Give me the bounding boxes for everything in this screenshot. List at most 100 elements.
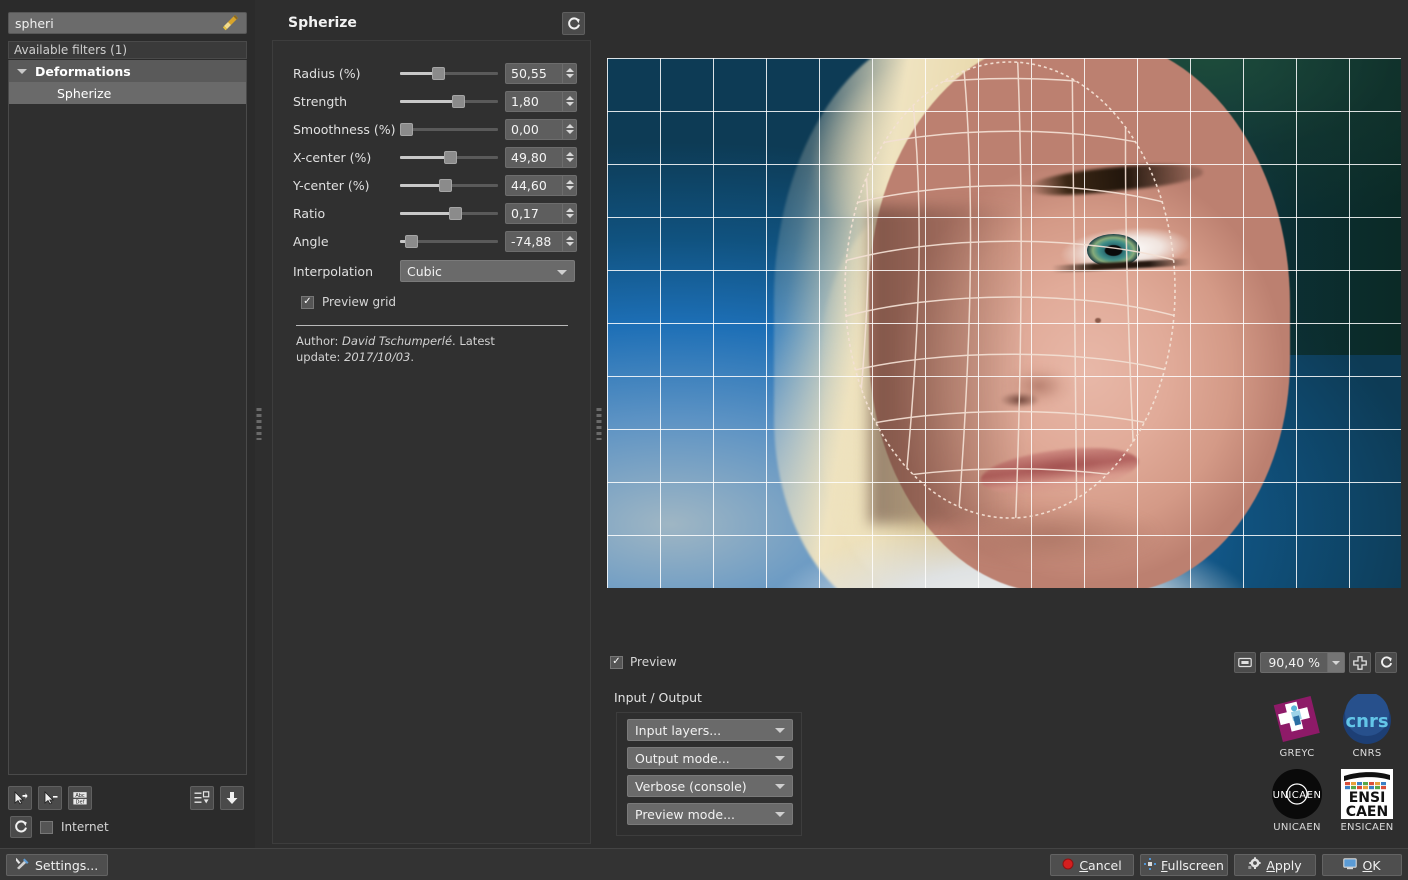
y-center-spinbox[interactable]: 44,60 [505,175,577,196]
interpolation-combo[interactable]: Cubic [400,260,575,282]
ratio-slider[interactable] [400,203,498,223]
splitter-grip [597,408,602,440]
x-center-slider[interactable] [400,147,498,167]
separator [296,325,568,326]
cnrs-logo-cell[interactable]: cnrs CNRS [1332,694,1402,768]
input-output-box: Input layers... Output mode... Verbose (… [616,712,802,836]
tree-category-deformations[interactable]: Deformations [9,60,246,82]
spin-buttons[interactable] [562,147,577,168]
ok-label: OK [1362,858,1380,873]
slider-handle[interactable] [405,235,418,248]
slider-handle[interactable] [444,151,457,164]
greyc-logo [1270,694,1324,746]
search-input[interactable] [9,16,221,31]
ratio-spinbox[interactable]: 0,17 [505,203,577,224]
param-value[interactable]: 49,80 [505,147,562,168]
smoothness-slider[interactable] [400,119,498,139]
spin-buttons[interactable] [562,231,577,252]
param-value[interactable]: -74,88 [505,231,562,252]
verbosity-combo[interactable]: Verbose (console) [627,775,793,797]
x-center-spinbox[interactable]: 49,80 [505,147,577,168]
cancel-button[interactable]: Cancel [1050,854,1134,876]
chevron-down-icon[interactable] [1327,653,1344,672]
angle-slider[interactable] [400,231,498,251]
reset-preview-icon[interactable] [1375,652,1397,673]
input-layers-combo[interactable]: Input layers... [627,719,793,741]
param-value[interactable]: 50,55 [505,63,562,84]
refresh-icon[interactable] [10,816,32,838]
preview-grid-checkbox[interactable]: ✓ [301,296,314,309]
add-fave-icon[interactable] [8,786,32,810]
param-value[interactable]: 0,17 [505,203,562,224]
ensicaen-logo: ENSI CAEN [1339,768,1395,820]
fullscreen-button[interactable]: Fullscreen [1140,854,1228,876]
radius-slider[interactable] [400,63,498,83]
input-output-title: Input / Output [614,690,702,705]
spin-buttons[interactable] [562,91,577,112]
broom-icon[interactable] [221,13,243,33]
preview-grid-row[interactable]: ✓ Preview grid [301,289,578,315]
zoom-controls: 90,40 % [1234,652,1397,673]
zoom-value[interactable]: 90,40 % [1261,655,1327,670]
unicaen-logo-cell[interactable]: UNICAEN UNICAEN [1262,768,1332,842]
slider-handle[interactable] [439,179,452,192]
splitter-left[interactable] [255,0,263,848]
preview-toggle[interactable]: ✓ Preview [610,655,677,669]
slider-handle[interactable] [452,95,465,108]
download-icon[interactable] [220,786,244,810]
strength-spinbox[interactable]: 1,80 [505,91,577,112]
param-row-interpolation: Interpolation Cubic [293,255,578,287]
spin-buttons[interactable] [562,203,577,224]
param-value[interactable]: 1,80 [505,91,562,112]
radius-spinbox[interactable]: 50,55 [505,63,577,84]
apply-icon [1248,857,1261,873]
logo-caption: GREYC [1279,748,1314,759]
chevron-down-icon[interactable] [15,64,29,78]
greyc-logo-cell[interactable]: GREYC [1262,694,1332,768]
remove-fave-icon[interactable] [38,786,62,810]
expand-collapse-icon[interactable] [190,786,214,810]
spin-buttons[interactable] [562,63,577,84]
tree-item-spherize[interactable]: Spherize [9,82,246,104]
preview-mode-value: Preview mode... [635,807,735,822]
slider-handle[interactable] [432,67,445,80]
preview-image[interactable] [607,58,1401,588]
center-crosshair-icon[interactable] [1349,652,1371,673]
preview-checkbox[interactable]: ✓ [610,656,623,669]
slider-handle[interactable] [400,123,413,136]
tools-icon [16,857,30,873]
param-row-smoothness: Smoothness (%) 0,00 [293,115,578,143]
preview-canvas[interactable] [605,0,1405,645]
param-value[interactable]: 44,60 [505,175,562,196]
smoothness-spinbox[interactable]: 0,00 [505,119,577,140]
spin-buttons[interactable] [562,119,577,140]
preview-controls: ✓ Preview 90,40 % [605,650,1405,678]
y-center-slider[interactable] [400,175,498,195]
rename-fave-icon[interactable]: Abc Def [68,786,92,810]
strength-slider[interactable] [400,91,498,111]
fit-to-window-icon[interactable] [1234,652,1256,673]
splitter-right[interactable] [595,0,603,848]
ensicaen-logo-cell[interactable]: ENSI CAEN ENSICAEN [1332,768,1402,842]
slider-handle[interactable] [449,207,462,220]
spin-buttons[interactable] [562,175,577,196]
filters-toolbar: Abc Def [8,786,247,812]
filter-search-field[interactable] [8,12,247,34]
param-row-ratio: Ratio 0,17 [293,199,578,227]
angle-spinbox[interactable]: -74,88 [505,231,577,252]
settings-button[interactable]: Settings... [6,854,108,876]
param-row-radius: Radius (%) 50,55 [293,59,578,87]
reset-parameters-icon[interactable] [562,12,585,35]
output-mode-combo[interactable]: Output mode... [627,747,793,769]
zoom-level-field[interactable]: 90,40 % [1260,652,1345,673]
cancel-icon [1062,858,1074,873]
filter-tree[interactable]: Deformations Spherize [8,60,247,775]
param-value[interactable]: 0,00 [505,119,562,140]
internet-checkbox[interactable] [40,821,53,834]
preview-mode-combo[interactable]: Preview mode... [627,803,793,825]
bottom-bar: Settings... Cancel Fullscreen [0,848,1408,880]
ok-button[interactable]: OK [1322,854,1402,876]
parameters-panel: Spherize Radius (%) 50,55 [270,0,595,848]
spherize-deformation-grid [607,58,1401,588]
apply-button[interactable]: Apply [1234,854,1316,876]
